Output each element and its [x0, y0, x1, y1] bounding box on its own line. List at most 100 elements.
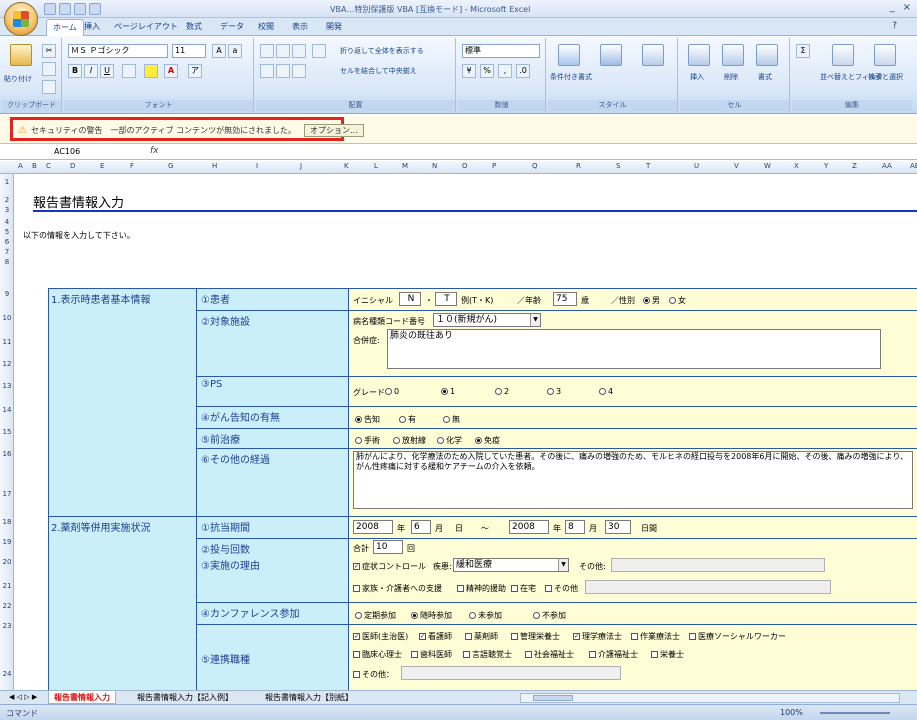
staff-checkbox-10[interactable] [463, 651, 470, 658]
ps-radio-0[interactable] [385, 388, 392, 395]
row-header-7[interactable]: 7 [0, 248, 14, 256]
insert-cells-icon[interactable] [688, 44, 710, 66]
delete-cells-icon[interactable] [722, 44, 744, 66]
help-icon[interactable]: ? [892, 21, 897, 31]
name-box[interactable]: AC106 [14, 147, 114, 159]
close-button[interactable]: × [903, 2, 911, 13]
row-header-18[interactable]: 18 [0, 518, 14, 526]
row-header-23[interactable]: 23 [0, 622, 14, 630]
sort-filter-icon[interactable] [832, 44, 854, 66]
diagnosis-input[interactable]: 肺炎の既往あり [387, 329, 881, 369]
reason-option-2[interactable]: 家族・介護者への支援 [353, 583, 442, 594]
conference-option-3[interactable]: 不参加 [533, 610, 566, 621]
from-month-input[interactable]: 6 [411, 520, 431, 534]
staff-option-10[interactable]: 言語聴覚士 [463, 649, 512, 660]
reason-option-4[interactable]: 在宅 [511, 583, 536, 594]
staff-checkbox-8[interactable] [353, 651, 360, 658]
format-cells-icon[interactable] [756, 44, 778, 66]
prior-radio-1[interactable] [393, 437, 400, 444]
column-header-b[interactable]: B [32, 162, 37, 170]
save-icon[interactable] [44, 3, 56, 15]
ps-option-0[interactable]: 0 [385, 387, 399, 396]
ps-option-3[interactable]: 3 [547, 387, 561, 396]
border-icon[interactable] [122, 64, 136, 78]
staff-other-checkbox[interactable] [353, 671, 360, 678]
staff-checkbox-3[interactable] [465, 633, 472, 640]
row-header-9[interactable]: 9 [0, 290, 14, 298]
row-header-15[interactable]: 15 [0, 428, 14, 436]
column-header-aa[interactable]: AA [882, 162, 892, 170]
reason-checkbox-5[interactable] [545, 585, 552, 592]
to-month-input[interactable]: 8 [565, 520, 585, 534]
grow-font-icon[interactable]: A [212, 44, 226, 58]
tab-view[interactable]: 表示 [292, 21, 308, 32]
column-header-d[interactable]: D [70, 162, 75, 170]
row-header-3[interactable]: 3 [0, 206, 14, 214]
percent-icon[interactable]: % [480, 64, 494, 78]
row-header-4[interactable]: 4 [0, 218, 14, 226]
staff-checkbox-2[interactable] [419, 633, 426, 640]
comma-icon[interactable]: , [498, 64, 512, 78]
row-header-5[interactable]: 5 [0, 228, 14, 236]
staff-option-3[interactable]: 薬剤師 [465, 631, 498, 642]
gender-male-option[interactable]: 男 [643, 295, 660, 306]
staff-option-4[interactable]: 管理栄養士 [511, 631, 560, 642]
tab-nav-arrows[interactable]: ◀ ◁ ▷ ▶ [4, 691, 42, 704]
column-header-h[interactable]: H [212, 162, 217, 170]
to-day-input[interactable]: 30 [605, 520, 631, 534]
column-header-e[interactable]: E [100, 162, 104, 170]
staff-option-5[interactable]: 理学療法士 [573, 631, 622, 642]
ps-radio-3[interactable] [547, 388, 554, 395]
from-year-input[interactable]: 2008 [353, 520, 393, 534]
staff-option-8[interactable]: 臨床心理士 [353, 649, 402, 660]
redo-icon[interactable] [74, 3, 86, 15]
autosum-icon[interactable]: Σ [796, 44, 810, 58]
row-header-2[interactable]: 2 [0, 196, 14, 204]
column-header-j[interactable]: J [300, 162, 302, 170]
initial-1-input[interactable]: N [399, 292, 421, 306]
reason-option-1[interactable]: 症状コントロール [353, 561, 426, 572]
column-header-q[interactable]: Q [532, 162, 538, 170]
column-header-f[interactable]: F [130, 162, 134, 170]
row-header-22[interactable]: 22 [0, 602, 14, 610]
reason-checkbox-4[interactable] [511, 585, 518, 592]
ps-option-1[interactable]: 1 [441, 387, 455, 396]
conference-radio-1[interactable] [411, 612, 418, 619]
row-header-8[interactable]: 8 [0, 258, 14, 266]
tab-formulas[interactable]: 数式 [186, 21, 202, 32]
column-header-i[interactable]: I [256, 162, 258, 170]
column-header-t[interactable]: T [646, 162, 650, 170]
staff-checkbox-12[interactable] [589, 651, 596, 658]
staff-checkbox-4[interactable] [511, 633, 518, 640]
age-input[interactable]: 75 [553, 292, 577, 306]
remarks-textarea[interactable]: 肺がんにより、化学療法のため入院していた患者。その後に、痛みの増強のため、モルヒ… [353, 451, 913, 509]
ps-radio-4[interactable] [599, 388, 606, 395]
prior-option-0[interactable]: 手術 [355, 435, 380, 446]
conference-option-1[interactable]: 随時参加 [411, 610, 452, 621]
staff-option-2[interactable]: 看護師 [419, 631, 452, 642]
row-header-12[interactable]: 12 [0, 360, 14, 368]
conditional-format-icon[interactable] [558, 44, 580, 66]
staff-checkbox-7[interactable] [689, 633, 696, 640]
column-header-c[interactable]: C [46, 162, 51, 170]
prior-radio-2[interactable] [437, 437, 444, 444]
staff-other-option[interactable]: その他： [353, 669, 394, 680]
prior-radio-3[interactable] [475, 437, 482, 444]
prior-option-2[interactable]: 化学 [437, 435, 462, 446]
column-header-ab[interactable]: AB [910, 162, 917, 170]
align-middle-icon[interactable] [276, 44, 290, 58]
fx-icon[interactable]: fx [150, 146, 159, 156]
dropdown-arrow-icon[interactable]: ▼ [558, 559, 568, 571]
prior-radio-0[interactable] [355, 437, 362, 444]
gender-female-option[interactable]: 女 [669, 295, 686, 306]
sheet-tab-0[interactable]: 報告書情報入力 [48, 691, 116, 704]
row-header-17[interactable]: 17 [0, 490, 14, 498]
reason-checkbox-2[interactable] [353, 585, 360, 592]
table-format-icon[interactable] [600, 44, 622, 66]
sheet-tab-2[interactable]: 報告書情報入力【別紙】 [260, 691, 358, 704]
conference-radio-0[interactable] [355, 612, 362, 619]
reason-option-3[interactable]: 精神的援助 [457, 583, 506, 594]
zoom-slider[interactable] [820, 712, 890, 714]
notice-option-1[interactable]: 有 [399, 414, 416, 425]
to-year-input[interactable]: 2008 [509, 520, 549, 534]
